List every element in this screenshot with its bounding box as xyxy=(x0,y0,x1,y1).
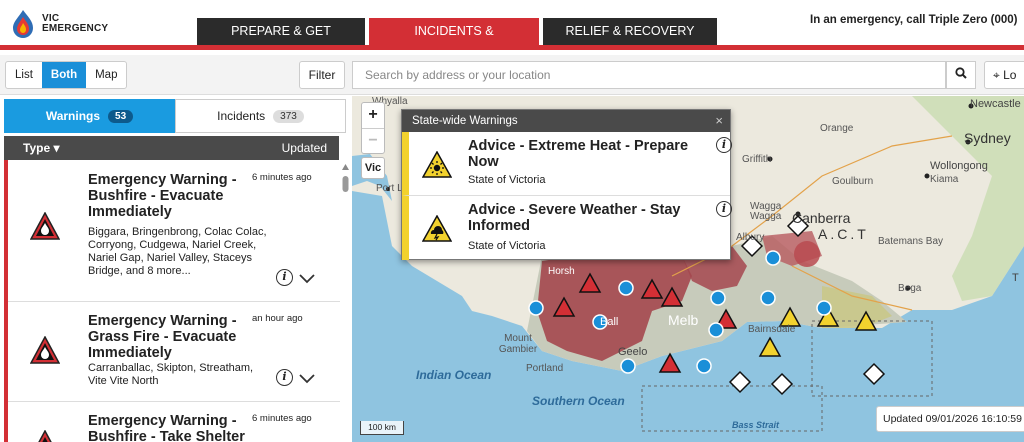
warnings-panel: Warnings 53 Incidents 373 Type ▾ Updated… xyxy=(0,96,352,442)
search-input[interactable]: Search by address or your location xyxy=(352,61,946,89)
locate-button[interactable]: ⌖ Lo xyxy=(984,61,1024,89)
close-icon[interactable]: × xyxy=(715,110,723,132)
item-time: 6 minutes ago xyxy=(252,413,312,424)
statewide-warnings-popup: State-wide Warnings × Advice - Extreme H… xyxy=(401,109,732,260)
info-icon[interactable]: i xyxy=(716,137,732,153)
label-southern-ocean: Southern Ocean xyxy=(532,394,625,408)
statewide-warning-title: Advice - Severe Weather - Stay Informed xyxy=(468,202,681,234)
label-ballarat: Ball xyxy=(600,316,619,328)
label-wagga: Wagga Wagga xyxy=(750,201,782,222)
label-goulburn: Goulburn xyxy=(832,176,874,187)
map-updated-timestamp: Updated 09/01/2026 16:10:59 xyxy=(876,406,1024,432)
info-icon[interactable]: i xyxy=(716,201,732,217)
tab-incidents-label: Incidents xyxy=(217,109,266,123)
nav-prepare[interactable]: PREPARE & GET READY xyxy=(197,18,365,65)
label-batemans-bay: Batemans Bay xyxy=(878,236,944,247)
main-nav: PREPARE & GET READY INCIDENTS & WARNINGS… xyxy=(197,18,721,65)
zoom-out-button[interactable]: − xyxy=(362,128,384,153)
label-mount-gambier: Mount Gambier xyxy=(498,333,538,355)
tab-incidents[interactable]: Incidents 373 xyxy=(175,99,346,133)
item-description: Carranballac, Skipton, Streatham, Vite V… xyxy=(88,362,254,387)
statewide-warning-title: Advice - Extreme Heat - Prepare Now xyxy=(468,138,689,170)
label-newcastle: Newcastle xyxy=(970,98,1021,110)
warnings-count-badge: 53 xyxy=(108,109,134,123)
list-item[interactable]: Emergency Warning - Grass Fire - Evacuat… xyxy=(8,302,340,402)
list-header: Type ▾ Updated xyxy=(4,136,339,160)
emergency-fire-icon xyxy=(30,212,60,240)
label-sydney: Sydney xyxy=(964,130,1011,146)
item-title: Emergency Warning - Bushfire - Take Shel… xyxy=(88,413,245,442)
label-bairnsdale: Bairnsdale xyxy=(748,324,796,335)
label-geelong: Geelo xyxy=(618,346,648,358)
header: VIC EMERGENCY PREPARE & GET READY INCIDE… xyxy=(0,0,1024,65)
chevron-down-icon[interactable] xyxy=(298,372,316,384)
label-orange: Orange xyxy=(820,123,854,134)
list-item[interactable]: Emergency Warning - Bushfire - Take Shel… xyxy=(8,402,340,442)
nav-incidents-warnings[interactable]: INCIDENTS & WARNINGS xyxy=(369,18,539,65)
statewide-warning-item[interactable]: Advice - Severe Weather - Stay Informed … xyxy=(402,196,732,260)
view-map-button[interactable]: Map xyxy=(86,62,126,88)
search-icon xyxy=(955,67,967,79)
popup-title: State-wide Warnings xyxy=(412,115,518,127)
incidents-count-badge: 373 xyxy=(273,109,304,123)
info-icon[interactable]: i xyxy=(276,369,293,386)
locate-label: Lo xyxy=(1003,68,1017,82)
chevron-down-icon[interactable] xyxy=(298,272,316,284)
label-griffith: Griffith xyxy=(742,154,772,165)
label-kiama: Kiama xyxy=(930,174,959,185)
view-both-button[interactable]: Both xyxy=(41,62,87,88)
flame-logo-icon xyxy=(13,10,33,38)
nav-relief-recovery[interactable]: RELIEF & RECOVERY xyxy=(543,18,717,45)
logo-line2: EMERGENCY xyxy=(42,23,109,34)
logo[interactable]: VIC EMERGENCY xyxy=(10,9,108,39)
severe-weather-icon xyxy=(422,215,452,242)
panel-tabs: Warnings 53 Incidents 373 xyxy=(4,99,346,133)
map-scale: 100 km xyxy=(360,421,404,435)
zoom-in-button[interactable]: + xyxy=(362,103,384,128)
emergency-fire-icon xyxy=(30,336,60,364)
label-portland: Portland xyxy=(526,363,564,374)
label-indian-ocean: Indian Ocean xyxy=(416,368,492,382)
popup-header: State-wide Warnings × xyxy=(402,110,730,132)
search-button[interactable] xyxy=(946,61,976,89)
tab-warnings[interactable]: Warnings 53 xyxy=(4,99,175,133)
vic-extent-button[interactable]: Vic xyxy=(361,157,385,179)
emergency-fire-icon xyxy=(38,430,52,442)
item-time: 6 minutes ago xyxy=(252,172,312,183)
label-edge: T xyxy=(1012,272,1019,284)
warning-list: Emergency Warning - Bushfire - Evacuate … xyxy=(4,160,340,442)
col-updated-label[interactable]: Updated xyxy=(282,141,327,155)
label-bega: Bega xyxy=(898,283,922,294)
crosshair-icon: ⌖ xyxy=(993,68,1000,82)
label-wollongong: Wollongong xyxy=(930,160,988,172)
item-time: an hour ago xyxy=(252,313,303,324)
sort-type-button[interactable]: Type ▾ xyxy=(23,141,60,155)
extreme-heat-icon xyxy=(422,151,452,178)
list-item[interactable]: Emergency Warning - Bushfire - Evacuate … xyxy=(8,160,340,302)
filter-button[interactable]: Filter xyxy=(299,61,345,89)
label-canberra: Canberra xyxy=(792,210,851,226)
label-albury: Albury xyxy=(736,232,765,243)
caret-down-icon: ▾ xyxy=(53,141,60,155)
label-horsham: Horsh xyxy=(548,266,575,277)
item-title: Emergency Warning - Bushfire - Evacuate … xyxy=(88,172,237,220)
emergency-call-text: In an emergency, call Triple Zero (000) xyxy=(810,14,1018,26)
view-list-button[interactable]: List xyxy=(6,62,42,88)
list-scrollbar[interactable] xyxy=(341,162,350,442)
info-icon[interactable]: i xyxy=(276,269,293,286)
toolbar: List Both Map Filter Search by address o… xyxy=(0,55,1024,95)
label-act: A.C.T xyxy=(818,226,869,242)
col-type-label: Type xyxy=(23,141,51,155)
tab-warnings-label: Warnings xyxy=(45,109,101,123)
vic-emergency-app: VIC EMERGENCY PREPARE & GET READY INCIDE… xyxy=(0,0,1024,442)
label-melbourne: Melb xyxy=(668,312,699,328)
view-toggle: List Both Map xyxy=(5,61,128,89)
statewide-warning-area: State of Victoria xyxy=(468,174,546,186)
zoom-controls: + − xyxy=(361,102,385,154)
statewide-warning-item[interactable]: Advice - Extreme Heat - Prepare Now Stat… xyxy=(402,132,732,196)
item-title: Emergency Warning - Grass Fire - Evacuat… xyxy=(88,313,237,361)
label-bass-strait: Bass Strait xyxy=(732,420,780,430)
statewide-warning-area: State of Victoria xyxy=(468,240,546,252)
item-description: Biggara, Bringenbrong, Colac Colac, Corr… xyxy=(88,226,267,277)
